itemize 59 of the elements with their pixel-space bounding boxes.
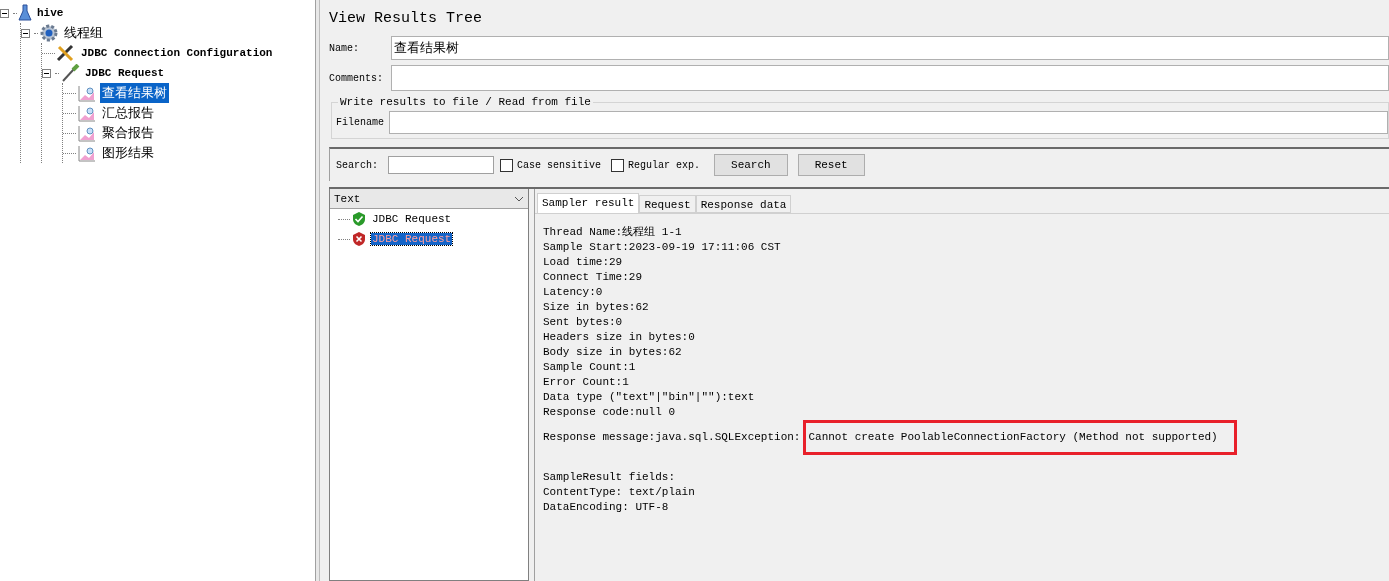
chart-icon (77, 144, 97, 162)
tree-item[interactable]: JDBC Connection Configuration (79, 46, 275, 60)
result-line: Thread Name:线程组 1-1 (543, 225, 683, 240)
group-title: Write results to file / Read from file (338, 96, 593, 108)
result-line: Data type ("text"|"bin"|""):text (543, 390, 756, 405)
flask-icon (18, 4, 32, 22)
tree-item[interactable]: hive (35, 6, 66, 20)
result-line: Sent bytes:0 (543, 315, 624, 330)
panel-title: View Results Tree (329, 10, 484, 29)
error-shield-icon (351, 231, 367, 247)
result-line: Load time:29 (543, 255, 624, 270)
search-label: Search: (336, 159, 379, 171)
tree-item[interactable]: 聚合报告 (100, 123, 156, 143)
result-line: ContentType: text/plain (543, 485, 696, 500)
result-line: Response code:null 0 (543, 405, 677, 420)
tree-item[interactable]: 汇总报告 (100, 103, 156, 123)
collapse-toggle[interactable] (21, 28, 30, 38)
filename-label: Filename (336, 117, 385, 128)
name-label: Name: (329, 42, 360, 54)
search-button[interactable]: Search (714, 154, 788, 176)
tree-item[interactable]: 图形结果 (100, 143, 156, 163)
result-line: SampleResult fields: (543, 470, 677, 485)
result-line: Latency:0 (543, 285, 604, 300)
checkbox[interactable] (611, 158, 624, 172)
tab[interactable]: Response data (695, 195, 792, 213)
tab[interactable]: Request (639, 195, 696, 213)
success-shield-icon (351, 211, 367, 227)
collapse-toggle[interactable] (0, 8, 9, 18)
result-line: Size in bytes:62 (543, 300, 650, 315)
checkbox[interactable] (500, 158, 513, 172)
tree-item[interactable]: JDBC Request (83, 66, 167, 80)
tools-icon (56, 44, 76, 62)
result-item[interactable]: JDBC Request (371, 213, 453, 225)
renderer-dropdown[interactable]: Text (330, 189, 528, 209)
result-line: Headers size in bytes:0 (543, 330, 696, 345)
result-line: Sample Count:1 (543, 360, 637, 375)
chart-icon (77, 84, 97, 102)
name-field[interactable]: 查看结果树 (391, 36, 1389, 60)
pipette-icon (60, 64, 80, 82)
tab[interactable]: Sampler result (537, 193, 640, 213)
result-line: Connect Time:29 (543, 270, 644, 285)
chart-icon (77, 124, 97, 142)
chevron-down-icon (514, 195, 524, 202)
checkbox-label: Case sensitive (517, 159, 601, 171)
filename-field[interactable] (389, 111, 1388, 134)
comments-field[interactable] (391, 65, 1389, 91)
search-field[interactable] (388, 156, 494, 174)
gear-icon (39, 24, 59, 42)
tree-item[interactable]: 查看结果树 (100, 83, 169, 103)
result-line: Error Count:1 (543, 375, 630, 390)
comments-label: Comments: (329, 72, 384, 84)
result-line: DataEncoding: UTF-8 (543, 500, 670, 515)
tree-item[interactable]: 线程组 (62, 23, 105, 43)
result-line: Body size in bytes:62 (543, 345, 683, 360)
collapse-toggle[interactable] (42, 68, 51, 78)
checkbox-label: Regular exp. (628, 159, 701, 171)
chart-icon (77, 104, 97, 122)
reset-button[interactable]: Reset (797, 154, 865, 176)
result-line: Sample Start:2023-09-19 17:11:06 CST (543, 240, 782, 255)
